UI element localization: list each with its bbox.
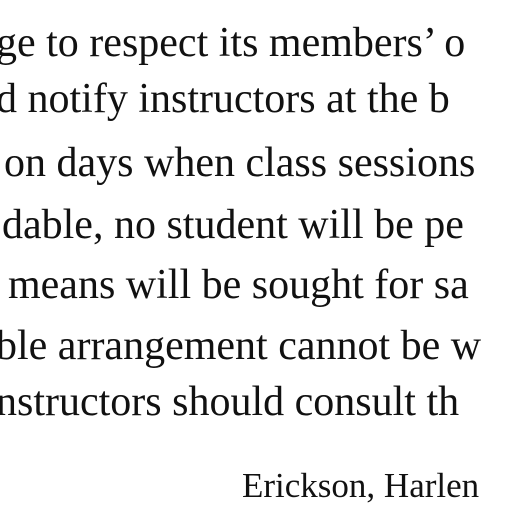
policy-text-line-6: ble arrangement cannot be w	[0, 323, 482, 369]
policy-text-line-4: dable, no student will be pe	[2, 202, 464, 248]
author-attribution: Erickson, Harlen	[242, 466, 480, 505]
policy-text-line-5: means will be sought for sa	[8, 262, 469, 308]
policy-text-line-1: ge to respect its members’ o	[0, 20, 466, 66]
policy-text-line-3: on days when class sessions	[4, 140, 476, 186]
policy-text-line-7: nstructors should consult th	[0, 379, 460, 425]
policy-text-line-2: d notify instructors at the b	[0, 76, 450, 122]
document-page: ge to respect its members’ o d notify in…	[0, 0, 512, 512]
